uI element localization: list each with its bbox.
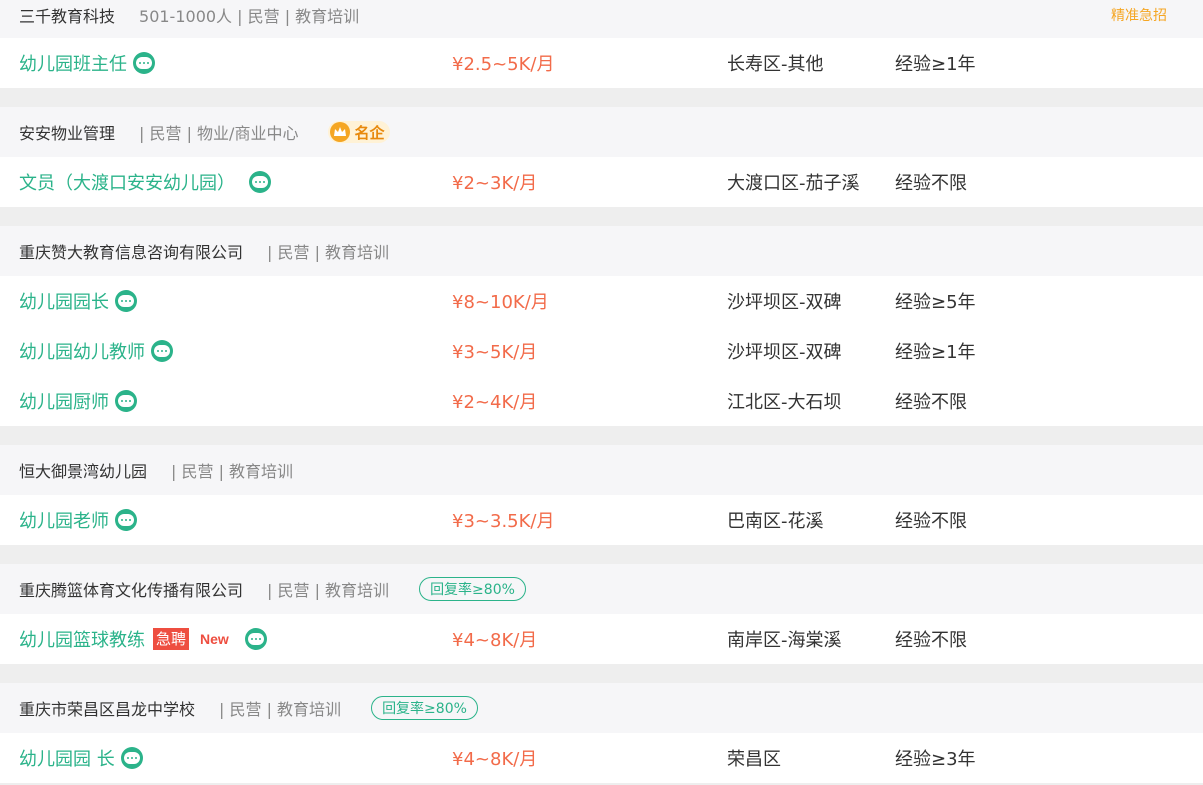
- company-name[interactable]: 重庆赞大教育信息咨询有限公司: [19, 239, 243, 263]
- company-header: 重庆赞大教育信息咨询有限公司 | 民营 | 教育培训: [0, 226, 1203, 276]
- chat-bubble-icon[interactable]: [115, 390, 137, 412]
- job-experience: 经验不限: [895, 511, 967, 532]
- company-block: 重庆赞大教育信息咨询有限公司 | 民营 | 教育培训 幼儿园园长 ¥8~10K/…: [0, 226, 1203, 426]
- company-block: 重庆腾篮体育文化传播有限公司 | 民营 | 教育培训 回复率≥80% 幼儿园篮球…: [0, 564, 1203, 664]
- new-tag: New: [200, 631, 229, 647]
- company-header: 安安物业管理 | 民营 | 物业/商业中心 名企: [0, 107, 1203, 157]
- job-location: 大渡口区-茄子溪: [727, 173, 860, 194]
- chat-bubble-icon[interactable]: [120, 747, 143, 769]
- company-header: 恒大御景湾幼儿园 | 民营 | 教育培训: [0, 445, 1203, 495]
- precise-urgent-badge: 精准急招: [1111, 8, 1167, 24]
- job-title-wrap: 幼儿园篮球教练 急聘 New: [19, 626, 267, 652]
- job-salary: ¥3~3.5K/月: [452, 511, 555, 532]
- reply-rate-badge: 回复率≥80%: [419, 577, 526, 601]
- company-block: 恒大御景湾幼儿园 | 民营 | 教育培训 幼儿园老师 ¥3~3.5K/月 巴南区…: [0, 445, 1203, 545]
- job-row[interactable]: 幼儿园老师 ¥3~3.5K/月 巴南区-花溪 经验不限: [0, 495, 1203, 545]
- job-salary: ¥2~4K/月: [452, 392, 538, 413]
- company-meta: 501-1000人 | 民营 | 教育培训: [139, 7, 360, 26]
- job-title[interactable]: 幼儿园篮球教练: [19, 626, 145, 652]
- job-experience: 经验≥1年: [895, 54, 976, 75]
- job-title-wrap: 幼儿园老师: [19, 507, 137, 533]
- job-row[interactable]: 幼儿园园 长 ¥4~8K/月 荣昌区 经验≥3年: [0, 733, 1203, 783]
- job-title-wrap: 幼儿园园长: [19, 288, 137, 314]
- job-row[interactable]: 幼儿园幼儿教师 ¥3~5K/月 沙坪坝区-双碑 经验≥1年: [0, 326, 1203, 376]
- company-meta: | 民营 | 教育培训: [267, 581, 390, 600]
- crown-icon: [330, 122, 351, 142]
- company-name[interactable]: 重庆腾篮体育文化传播有限公司: [19, 577, 243, 601]
- job-title[interactable]: 幼儿园班主任: [19, 50, 127, 76]
- job-row[interactable]: 幼儿园班主任 ¥2.5~5K/月 长寿区-其他 经验≥1年: [0, 38, 1203, 88]
- company-meta: | 民营 | 教育培训: [267, 243, 390, 262]
- job-salary: ¥8~10K/月: [452, 292, 549, 313]
- company-block: 安安物业管理 | 民营 | 物业/商业中心 名企 文员（大渡口安安幼儿园） ¥2…: [0, 107, 1203, 207]
- job-experience: 经验≥1年: [895, 342, 976, 363]
- job-title-wrap: 幼儿园厨师: [19, 388, 137, 414]
- job-salary: ¥2.5~5K/月: [452, 54, 555, 75]
- job-location: 巴南区-花溪: [727, 511, 824, 532]
- company-block: 三千教育科技 501-1000人 | 民营 | 教育培训 精准急招 幼儿园班主任…: [0, 0, 1203, 88]
- job-location: 沙坪坝区-双碑: [727, 292, 842, 313]
- company-name[interactable]: 安安物业管理: [19, 120, 115, 144]
- job-list: 三千教育科技 501-1000人 | 民营 | 教育培训 精准急招 幼儿园班主任…: [0, 0, 1203, 783]
- job-salary: ¥4~8K/月: [452, 749, 538, 770]
- job-row[interactable]: 幼儿园厨师 ¥2~4K/月 江北区-大石坝 经验不限: [0, 376, 1203, 426]
- job-title[interactable]: 幼儿园园长: [19, 288, 109, 314]
- chat-bubble-icon[interactable]: [244, 628, 267, 650]
- company-name[interactable]: 恒大御景湾幼儿园: [19, 458, 147, 482]
- job-row[interactable]: 幼儿园篮球教练 急聘 New ¥4~8K/月 南岸区-海棠溪 经验不限: [0, 614, 1203, 664]
- job-location: 长寿区-其他: [727, 54, 824, 75]
- company-header: 三千教育科技 501-1000人 | 民营 | 教育培训 精准急招: [0, 0, 1203, 38]
- job-experience: 经验不限: [895, 173, 967, 194]
- job-experience: 经验≥3年: [895, 749, 976, 770]
- urgent-hiring-tag: 急聘: [153, 628, 190, 650]
- job-experience: 经验不限: [895, 392, 967, 413]
- company-name[interactable]: 重庆市荣昌区昌龙中学校: [19, 696, 195, 720]
- chat-bubble-icon[interactable]: [249, 171, 271, 193]
- company-meta: | 民营 | 教育培训: [171, 462, 294, 481]
- job-title[interactable]: 幼儿园老师: [19, 507, 109, 533]
- company-meta: | 民营 | 教育培训: [219, 700, 342, 719]
- job-title[interactable]: 幼儿园幼儿教师: [19, 338, 145, 364]
- famous-company-badge: 名企: [328, 121, 391, 143]
- job-location: 沙坪坝区-双碑: [727, 342, 842, 363]
- company-header: 重庆市荣昌区昌龙中学校 | 民营 | 教育培训 回复率≥80%: [0, 683, 1203, 733]
- job-row[interactable]: 文员（大渡口安安幼儿园） ¥2~3K/月 大渡口区-茄子溪 经验不限: [0, 157, 1203, 207]
- job-salary: ¥2~3K/月: [452, 173, 538, 194]
- chat-bubble-icon[interactable]: [133, 52, 155, 74]
- job-title[interactable]: 幼儿园厨师: [19, 388, 109, 414]
- job-title-wrap: 幼儿园幼儿教师: [19, 338, 173, 364]
- company-meta: | 民营 | 物业/商业中心: [139, 124, 299, 143]
- chat-bubble-icon[interactable]: [115, 290, 137, 312]
- reply-rate-badge: 回复率≥80%: [371, 696, 478, 720]
- famous-badge-label: 名企: [354, 123, 385, 142]
- job-experience: 经验≥5年: [895, 292, 976, 313]
- job-location: 江北区-大石坝: [727, 392, 842, 413]
- company-header: 重庆腾篮体育文化传播有限公司 | 民营 | 教育培训 回复率≥80%: [0, 564, 1203, 614]
- job-salary: ¥4~8K/月: [452, 630, 538, 651]
- job-title-wrap: 幼儿园班主任: [19, 50, 155, 76]
- job-row[interactable]: 幼儿园园长 ¥8~10K/月 沙坪坝区-双碑 经验≥5年: [0, 276, 1203, 326]
- job-location: 荣昌区: [727, 749, 781, 770]
- job-location: 南岸区-海棠溪: [727, 630, 842, 651]
- job-title-wrap: 文员（大渡口安安幼儿园）: [19, 169, 271, 195]
- company-name[interactable]: 三千教育科技: [19, 3, 115, 27]
- job-title[interactable]: 文员（大渡口安安幼儿园）: [19, 169, 235, 195]
- job-title-wrap: 幼儿园园 长: [19, 745, 143, 771]
- chat-bubble-icon[interactable]: [115, 509, 137, 531]
- company-block: 重庆市荣昌区昌龙中学校 | 民营 | 教育培训 回复率≥80% 幼儿园园 长 ¥…: [0, 683, 1203, 783]
- job-title[interactable]: 幼儿园园 长: [19, 745, 115, 771]
- job-salary: ¥3~5K/月: [452, 342, 538, 363]
- job-experience: 经验不限: [895, 630, 967, 651]
- chat-bubble-icon[interactable]: [151, 340, 173, 362]
